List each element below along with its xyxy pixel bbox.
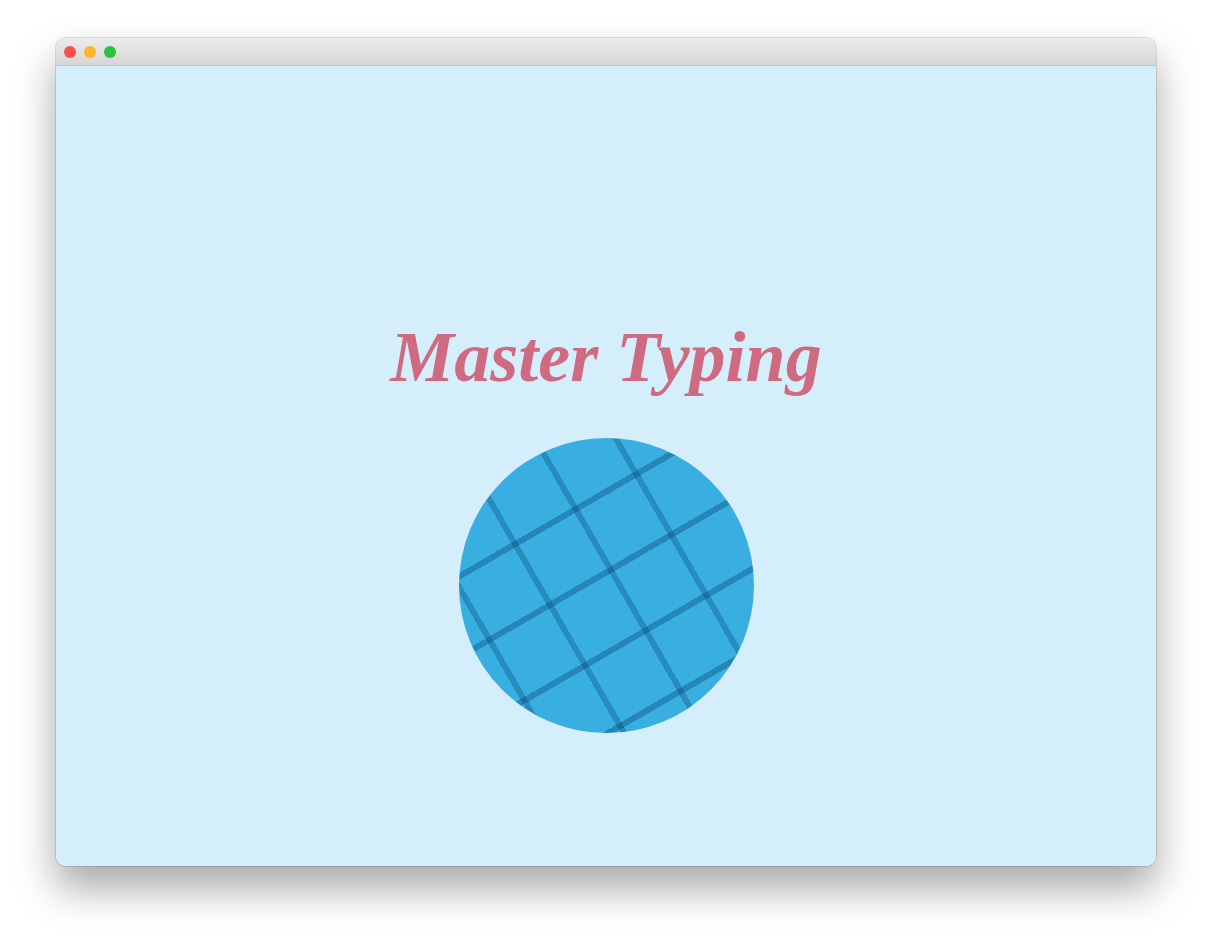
page: Master Typing [0,0,1212,940]
zoom-button[interactable] [104,46,116,58]
content: Master Typing [56,66,1156,866]
keyboard-photo [459,438,754,733]
title-bar [56,38,1156,66]
browser-window: Master Typing [56,38,1156,866]
heading: Master Typing [390,314,821,400]
minimize-button[interactable] [84,46,96,58]
close-button[interactable] [64,46,76,58]
